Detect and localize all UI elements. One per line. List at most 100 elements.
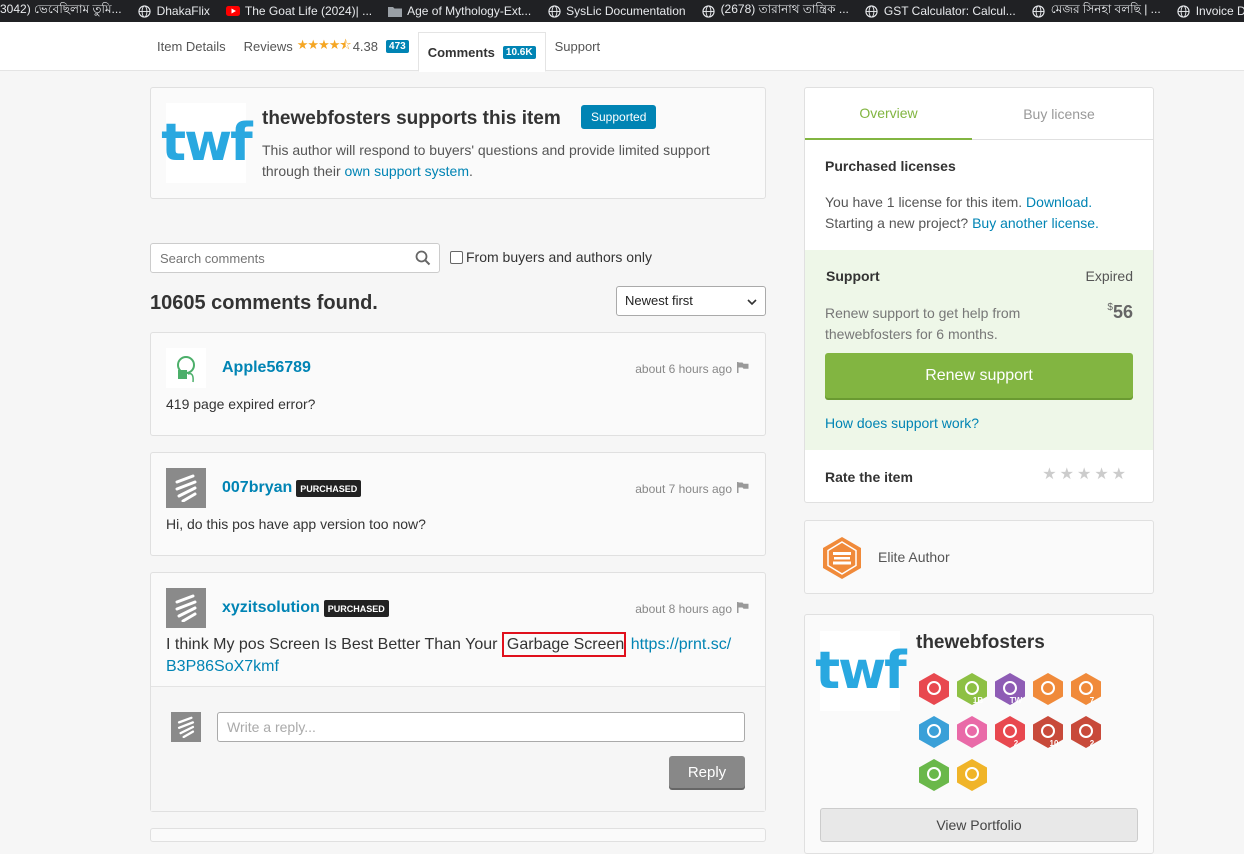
badge-count: 10 xyxy=(1050,739,1059,748)
rating-stars: ★★★★⯪ xyxy=(296,36,352,52)
avatar xyxy=(171,712,201,742)
comment-text: Hi, do this pos have app version too now… xyxy=(166,516,426,532)
purchase-panel: Overview Buy license Purchased licenses … xyxy=(804,87,1154,503)
tab-item-details[interactable]: Item Details xyxy=(148,22,235,71)
search-icon[interactable] xyxy=(415,250,431,266)
comment-username[interactable]: Apple56789 xyxy=(222,359,311,377)
badge-count: 2 xyxy=(1014,739,1019,748)
comment-item: 007bryan PURCHASED about 7 hours ago Hi, … xyxy=(150,452,766,556)
bookmark-item[interactable]: (2678) তারানাথ তান্ত্রিক ... xyxy=(694,0,857,22)
tab-reviews[interactable]: Reviews ★★★★⯪ 4.38 473 xyxy=(235,22,418,71)
bookmark-item[interactable]: DhakaFlix xyxy=(130,0,218,22)
bookmark-item[interactable]: GST Calculator: Calcul... xyxy=(857,0,1024,22)
search-comments-box xyxy=(150,243,440,273)
flag-icon[interactable] xyxy=(732,362,749,376)
author-logo: twf xyxy=(161,103,253,183)
own-support-link[interactable]: own support system xyxy=(345,163,470,179)
tab-overview[interactable]: Overview xyxy=(805,88,972,140)
tab-comments[interactable]: Comments 10.6K xyxy=(417,32,546,72)
renew-description: Renew support to get help from thewebfos… xyxy=(825,305,1021,342)
rocket-badge-icon[interactable]: TW xyxy=(994,672,1026,706)
support-price: $56 xyxy=(1107,302,1133,322)
default-avatar-icon xyxy=(177,716,195,738)
comments-found-count: 10605 comments found. xyxy=(150,292,378,314)
seven-badge-icon[interactable]: 7 xyxy=(1070,672,1102,706)
rate-stars[interactable]: ★★★★★ xyxy=(1042,464,1129,484)
globe-icon xyxy=(1032,4,1046,18)
elite-author-badge-icon xyxy=(823,537,861,579)
reply-textarea[interactable]: Write a reply... xyxy=(217,712,745,742)
chat-badge-icon[interactable] xyxy=(956,758,988,792)
pulse-badge-icon[interactable] xyxy=(918,758,950,792)
comment-text: 419 page expired error? xyxy=(166,396,316,412)
view-portfolio-button[interactable]: View Portfolio xyxy=(820,808,1138,842)
comment-item: Apple56789 about 6 hours ago 419 page ex… xyxy=(150,332,766,436)
avatar[interactable] xyxy=(166,348,206,388)
comment-item: xyzitsolution PURCHASED about 8 hours ago… xyxy=(150,572,766,812)
map-badge-icon[interactable] xyxy=(918,672,950,706)
years-badge-icon[interactable]: 1B xyxy=(956,672,988,706)
sort-select[interactable]: Newest first xyxy=(616,286,766,316)
author-logo[interactable]: twf xyxy=(815,631,907,711)
badge-count: 1B xyxy=(973,696,983,705)
globe-icon xyxy=(865,4,879,18)
supported-badge: Supported xyxy=(581,105,657,129)
bookmark-item[interactable]: মেজর সিনহা বলছি | ... xyxy=(1024,0,1169,22)
badge-count: TW xyxy=(1010,696,1023,705)
purchased-badge: PURCHASED xyxy=(296,479,362,497)
user-avatar-icon xyxy=(177,356,195,383)
filter-checkbox[interactable] xyxy=(450,250,463,264)
badge-count: 7 xyxy=(1090,696,1095,705)
flag-icon[interactable] xyxy=(732,602,749,616)
support-status: Expired xyxy=(1085,268,1133,284)
avatar[interactable] xyxy=(166,588,206,628)
bookmarks-bar: 3042) ভেবেছিলাম তুমি... DhakaFlix The Go… xyxy=(0,0,1244,22)
comment-time: about 7 hours ago xyxy=(635,482,732,496)
comment-link[interactable]: B3P86SoX7kmf xyxy=(166,658,279,675)
author-support-card: twf thewebfosters supports this item Sup… xyxy=(150,87,766,199)
badge-count: 2 xyxy=(1090,739,1095,748)
search-input[interactable] xyxy=(151,244,401,272)
comment-link[interactable]: https://prnt.sc/ xyxy=(631,636,731,653)
how-support-works-link[interactable]: How does support work? xyxy=(825,413,979,434)
avatar[interactable] xyxy=(166,468,206,508)
purchased-licenses-label: Purchased licenses xyxy=(825,158,956,174)
download-link[interactable]: Download. xyxy=(1026,194,1092,210)
chevron-down-icon xyxy=(747,295,757,306)
comment-username[interactable]: 007bryan xyxy=(222,479,292,497)
folder-icon xyxy=(388,4,403,18)
buyers-authors-filter[interactable]: From buyers and authors only xyxy=(450,249,652,265)
author-box: twf thewebfosters 1B TW 7 2 10 2 View Portfol… xyxy=(804,614,1154,854)
flag-icon[interactable] xyxy=(732,482,749,496)
reviews-count-badge: 473 xyxy=(386,40,409,53)
globe-icon xyxy=(1177,4,1191,18)
comment-time: about 6 hours ago xyxy=(635,362,732,376)
support-block: Support Expired Renew support to get hel… xyxy=(805,250,1153,450)
comment-time: about 8 hours ago xyxy=(635,602,732,616)
globe-icon xyxy=(138,4,152,18)
paw-badge-icon[interactable]: 10 xyxy=(1032,715,1064,749)
bookmark-item[interactable]: SysLic Documentation xyxy=(539,0,693,22)
tab-buy-license[interactable]: Buy license xyxy=(972,88,1146,140)
comment-username[interactable]: xyzitsolution xyxy=(222,599,320,617)
elite-badge-icon[interactable] xyxy=(1032,672,1064,706)
link-badge-icon[interactable]: 2 xyxy=(994,715,1026,749)
support-title: thewebfosters supports this item xyxy=(262,108,561,129)
comments-count-badge: 10.6K xyxy=(502,45,536,59)
diamond-badge-icon[interactable] xyxy=(956,715,988,749)
bookmark-item[interactable]: Invoice De xyxy=(1169,0,1244,22)
bookmark-item[interactable]: The Goat Life (2024)| ... xyxy=(218,0,380,22)
support-label: Support xyxy=(826,268,880,284)
bookmark-item[interactable]: 3042) ভেবেছিলাম তুমি... xyxy=(0,0,130,22)
buy-another-link[interactable]: Buy another license. xyxy=(972,215,1099,231)
tab-support[interactable]: Support xyxy=(546,22,610,71)
youtube-icon xyxy=(225,4,240,18)
comment-text: I think My pos Screen Is Best Better Tha… xyxy=(166,632,756,678)
reply-button[interactable]: Reply xyxy=(669,756,745,788)
sc-badge-icon[interactable]: 2 xyxy=(1070,715,1102,749)
purchased-badge: PURCHASED xyxy=(323,599,389,617)
author-name[interactable]: thewebfosters xyxy=(916,632,1045,654)
bookmark-item[interactable]: Age of Mythology-Ext... xyxy=(380,0,539,22)
renew-support-button[interactable]: Renew support xyxy=(825,353,1133,398)
bolt-badge-icon[interactable] xyxy=(918,715,950,749)
